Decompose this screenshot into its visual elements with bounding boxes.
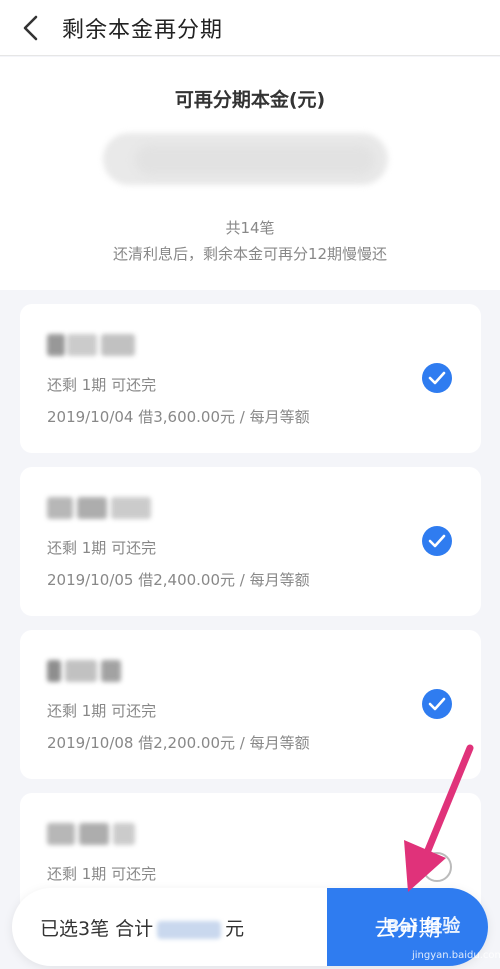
loan-card[interactable]: 还剩 1期 可还完 2019/10/04 借3,600.00元 / 每月等额 (20, 304, 481, 453)
chevron-left-icon (23, 15, 38, 40)
loan-detail: 2019/10/05 借2,400.00元 / 每月等额 (47, 571, 310, 589)
selection-total: 已选3笔 合计 元 (40, 914, 244, 941)
checkbox-unchecked[interactable] (422, 852, 452, 882)
currency-unit: 元 (225, 918, 245, 940)
checkbox-checked[interactable] (422, 363, 452, 393)
checkmark-icon (428, 534, 446, 548)
checkmark-icon (428, 371, 446, 385)
back-button[interactable] (0, 0, 62, 56)
summary-title: 可再分期本金(元) (174, 89, 326, 111)
loan-remaining: 还剩 1期 可还完 (47, 702, 157, 720)
loan-remaining: 还剩 1期 可还完 (47, 865, 157, 883)
blurred-total-amount (157, 920, 222, 939)
blurred-amount (95, 127, 400, 191)
principal-summary: 可再分期本金(元) 共14笔 还清利息后，剩余本金可再分12期慢慢还 (0, 57, 500, 290)
checkmark-icon (428, 697, 446, 711)
loan-detail: 2019/10/08 借2,200.00元 / 每月等额 (47, 734, 310, 752)
summary-note: 还清利息后，剩余本金可再分12期慢慢还 (112, 245, 388, 263)
loan-detail: 2019/10/04 借3,600.00元 / 每月等额 (47, 408, 310, 426)
loan-card[interactable]: 还剩 1期 可还完 2019/10/08 借2,200.00元 / 每月等额 (20, 630, 481, 779)
loan-remaining: 还剩 1期 可还完 (47, 539, 157, 557)
loan-count: 共14笔 (225, 219, 275, 237)
baidu-watermark: Bai 经验 (386, 916, 461, 937)
baidu-watermark-url: jingyan.baidu.com (412, 950, 500, 961)
loan-remaining: 还剩 1期 可还完 (47, 376, 157, 394)
page-title: 剩余本金再分期 (62, 17, 224, 43)
checkbox-checked[interactable] (422, 689, 452, 719)
checkbox-checked[interactable] (422, 526, 452, 556)
top-nav-bar: 剩余本金再分期 (0, 0, 500, 56)
loan-card[interactable]: 还剩 1期 可还完 2019/10/05 借2,400.00元 / 每月等额 (20, 467, 481, 616)
selection-summary-label: 已选3笔 合计 (40, 918, 154, 940)
